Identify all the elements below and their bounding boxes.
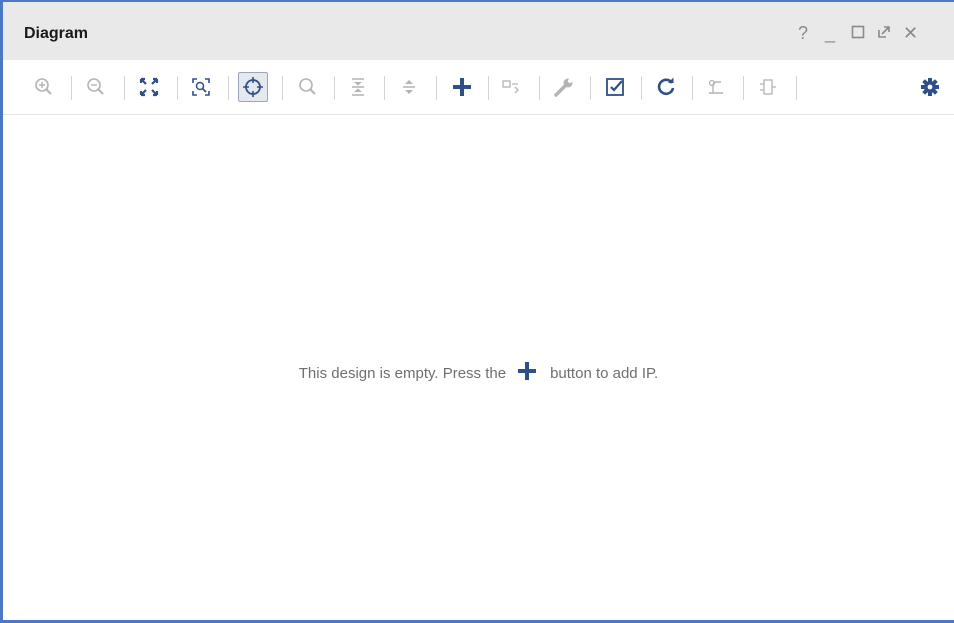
zoom-fit-button[interactable]: [134, 72, 164, 102]
empty-design-message: This design is empty. Press the button to…: [3, 360, 954, 388]
diagram-panel: Diagram ? _ ✕ This design is empty. Pres…: [0, 0, 954, 623]
maximize-button[interactable]: [851, 22, 865, 44]
zoom-in-icon: [35, 78, 52, 95]
help-button[interactable]: ?: [798, 22, 808, 44]
diagram-canvas[interactable]: This design is empty. Press the button to…: [3, 115, 954, 620]
panel-title: Diagram: [24, 25, 89, 42]
add-module-icon: [760, 79, 776, 95]
search-button[interactable]: [293, 72, 323, 102]
zoom-area-icon: [192, 78, 210, 96]
wrench-icon: [554, 78, 573, 97]
zoom-out-icon: [87, 78, 104, 95]
search-icon: [299, 78, 316, 95]
float-button[interactable]: [877, 22, 891, 44]
add-ip-button[interactable]: [447, 72, 477, 102]
wrench-button[interactable]: [549, 72, 579, 102]
zoom-in-button[interactable]: [29, 72, 59, 102]
zoom-fit-icon: [139, 77, 159, 97]
auto-fit-selection-icon: [243, 77, 263, 97]
optimize-routing-icon: [708, 79, 723, 94]
add-ip-inline-icon[interactable]: [516, 360, 538, 388]
minimize-button[interactable]: _: [825, 22, 835, 44]
float-icon: [878, 26, 890, 38]
regenerate-layout-button[interactable]: [651, 72, 681, 102]
make-external-icon: [502, 80, 519, 94]
make-external-button[interactable]: [497, 72, 527, 102]
settings-button[interactable]: [915, 72, 945, 102]
empty-message-text-after: button to add IP.: [550, 364, 659, 382]
expand-all-icon: [403, 80, 415, 94]
collapse-all-icon: [352, 78, 364, 96]
maximize-icon: [851, 25, 865, 39]
add-ip-icon: [453, 78, 471, 96]
optimize-routing-button[interactable]: [701, 72, 731, 102]
regenerate-layout-icon: [657, 77, 675, 96]
add-module-button[interactable]: [753, 72, 783, 102]
zoom-area-button[interactable]: [186, 72, 216, 102]
validate-design-icon: [606, 78, 624, 96]
diagram-toolbar: [3, 64, 954, 115]
close-button[interactable]: ✕: [903, 22, 918, 44]
empty-message-text-before: This design is empty. Press the: [298, 364, 507, 382]
validate-design-button[interactable]: [600, 72, 630, 102]
zoom-out-button[interactable]: [81, 72, 111, 102]
collapse-all-button[interactable]: [343, 72, 373, 102]
panel-titlebar: Diagram ? _ ✕: [3, 2, 954, 60]
expand-all-button[interactable]: [394, 72, 424, 102]
auto-fit-selection-button[interactable]: [238, 72, 268, 102]
settings-gear-icon: [921, 78, 939, 96]
